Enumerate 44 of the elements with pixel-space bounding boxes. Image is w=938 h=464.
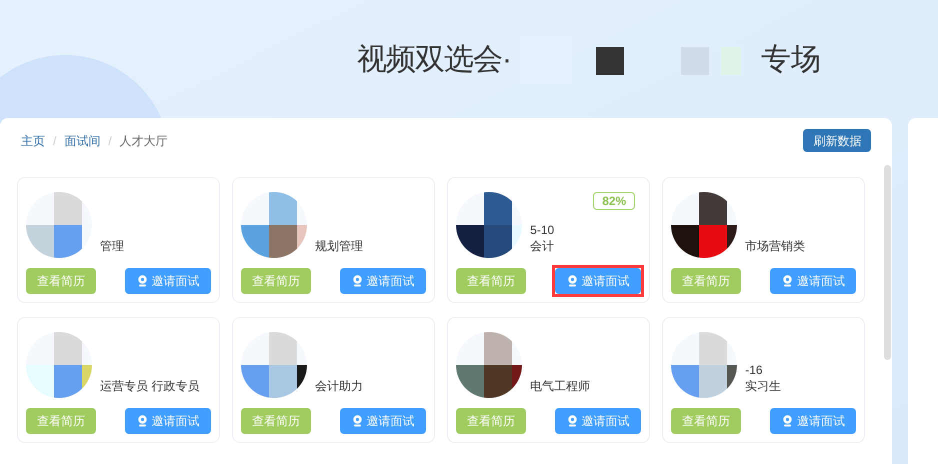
breadcrumb-item: 人才大厅 [120,132,168,150]
experience-text: 5-10 [530,222,554,238]
webcam-icon [566,415,578,427]
breadcrumb-item[interactable]: 面试间 [64,132,100,150]
job-title: 规划管理 [315,238,364,254]
webcam-icon [136,275,148,287]
job-title: 市场营销类 [745,238,806,254]
job-title: 会计 [530,238,554,254]
match-badge: 82% [593,192,636,210]
webcam-icon [136,415,148,427]
view-resume-button[interactable]: 查看简历 [241,268,312,294]
invite-interview-button[interactable]: 邀请面试 [555,268,642,294]
view-resume-button[interactable]: 查看简历 [241,408,312,434]
breadcrumb-separator: / [53,132,56,150]
job-title: 运营专员 行政专员 [100,378,200,394]
job-title: 电气工程师 [530,378,590,394]
scrollbar-thumb[interactable] [884,165,892,360]
webcam-icon [782,275,793,287]
invite-interview-button[interactable]: 邀请面试 [555,408,642,434]
job-title: 会计助力 [315,378,364,394]
job-title: 管理 [100,238,124,254]
view-resume-button[interactable]: 查看简历 [671,268,742,294]
invite-interview-button[interactable]: 邀请面试 [125,268,212,294]
breadcrumb-separator: / [108,132,112,150]
view-resume-button[interactable]: 查看简历 [456,408,526,434]
experience-text: -16 [745,362,764,378]
webcam-icon [352,275,363,287]
webcam-icon [566,275,578,287]
view-resume-button[interactable]: 查看简历 [456,268,526,294]
page-title: 专场 [761,42,821,78]
invite-interview-button[interactable]: 邀请面试 [340,268,426,294]
view-resume-button[interactable]: 查看简历 [26,268,96,294]
webcam-icon [782,415,793,427]
invite-interview-button[interactable]: 邀请面试 [340,408,426,434]
view-resume-button[interactable]: 查看简历 [671,408,742,434]
view-resume-button[interactable]: 查看简历 [26,408,96,434]
invite-interview-button[interactable]: 邀请面试 [770,408,856,434]
invite-interview-button[interactable]: 邀请面试 [125,408,212,434]
page-title: 视频双选会· [357,42,511,78]
job-title: 实习生 [745,378,782,394]
invite-interview-button[interactable]: 邀请面试 [770,268,856,294]
refresh-button[interactable]: 刷新数据 [803,129,872,152]
breadcrumb-item[interactable]: 主页 [21,132,45,150]
webcam-icon [352,415,363,427]
